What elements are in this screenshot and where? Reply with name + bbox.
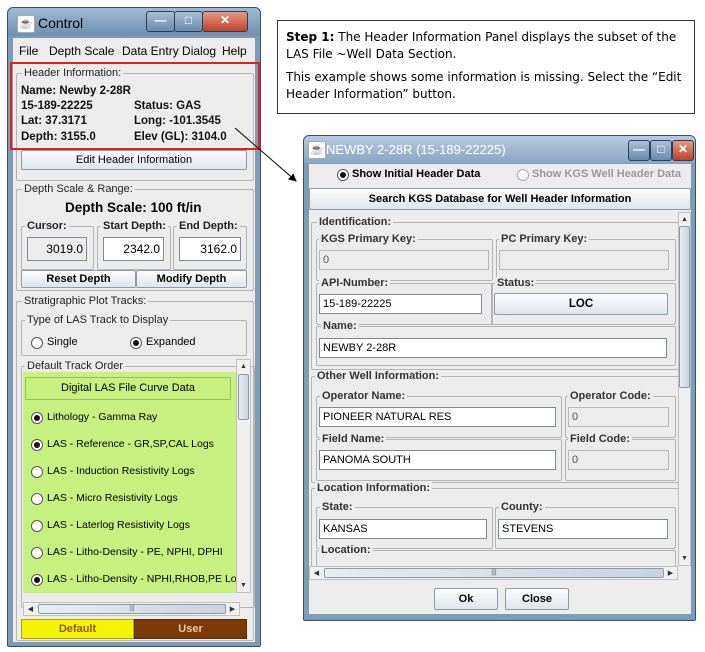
initial-header-label: Show Initial Header Data	[352, 168, 481, 180]
state-label: State:	[320, 501, 355, 513]
operator-code-label: Operator Code:	[568, 390, 653, 402]
county-input[interactable]: STEVENS	[498, 519, 668, 539]
header-scroll-area: Identification: KGS Primary Key: 0 PC Pr…	[309, 212, 679, 566]
scroll-left-icon[interactable]: ◀	[311, 568, 322, 579]
search-kgs-button[interactable]: Search KGS Database for Well Header Info…	[309, 188, 691, 210]
kgs-key-label: KGS Primary Key:	[319, 233, 418, 245]
field-code-field: 0	[568, 450, 669, 470]
dialog-title-bar[interactable]: ☕ NEWBY 2-28R (15-189-22225) — □ ✕	[304, 136, 695, 163]
api-input[interactable]: 15-189-22225	[319, 294, 482, 314]
close-icon[interactable]: ✕	[672, 140, 694, 161]
name-input[interactable]: NEWBY 2-28R	[319, 338, 667, 358]
county-label: County:	[499, 501, 545, 513]
scroll-down-icon[interactable]: ▼	[679, 553, 690, 564]
maximize-icon[interactable]: □	[650, 140, 672, 161]
kgs-header-label: Show KGS Well Header Data	[532, 168, 681, 180]
identification-label: Identification:	[317, 216, 394, 228]
header-dialog-window: ☕ NEWBY 2-28R (15-189-22225) — □ ✕ Show …	[303, 135, 696, 621]
state-input[interactable]: KANSAS	[319, 519, 487, 539]
dialog-vscroll[interactable]: ▲ ▼	[678, 212, 691, 566]
kgs-key-field: 0	[319, 250, 489, 270]
close-button[interactable]: Close	[505, 588, 569, 610]
initial-header-radio[interactable]	[337, 169, 349, 181]
dialog-title: NEWBY 2-28R (15-189-22225)	[326, 142, 506, 157]
status-label: Status:	[495, 277, 537, 289]
field-name-label: Field Name:	[320, 433, 387, 445]
field-name-input[interactable]: PANOMA SOUTH	[319, 450, 556, 470]
location-label: Location:	[319, 544, 373, 556]
location-info-label: Location Information:	[315, 482, 433, 494]
pc-key-field	[499, 250, 669, 270]
ok-button[interactable]: Ok	[434, 588, 498, 610]
name-label: Name:	[321, 320, 359, 332]
api-label: API-Number:	[319, 277, 391, 289]
kgs-header-radio[interactable]	[517, 169, 529, 181]
operator-name-input[interactable]: PIONEER NATURAL RES	[319, 407, 556, 427]
scroll-up-icon[interactable]: ▲	[679, 214, 690, 225]
operator-name-label: Operator Name:	[320, 390, 408, 402]
java-icon: ☕	[308, 141, 326, 159]
other-info-label: Other Well Information:	[315, 370, 442, 382]
dialog-body: Show Initial Header Data Show KGS Well H…	[309, 164, 691, 614]
field-code-label: Field Code:	[568, 433, 632, 445]
pc-key-label: PC Primary Key:	[499, 233, 590, 245]
operator-code-field: 0	[568, 407, 669, 427]
dialog-hscroll[interactable]: ◀ ||| ▶	[309, 566, 678, 580]
minimize-icon[interactable]: —	[628, 140, 650, 161]
dialog-hscroll-thumb[interactable]: |||	[324, 568, 664, 578]
scroll-right-icon[interactable]: ▶	[665, 568, 676, 579]
status-button[interactable]: LOC	[494, 293, 668, 315]
dialog-vscroll-thumb[interactable]	[679, 226, 690, 388]
